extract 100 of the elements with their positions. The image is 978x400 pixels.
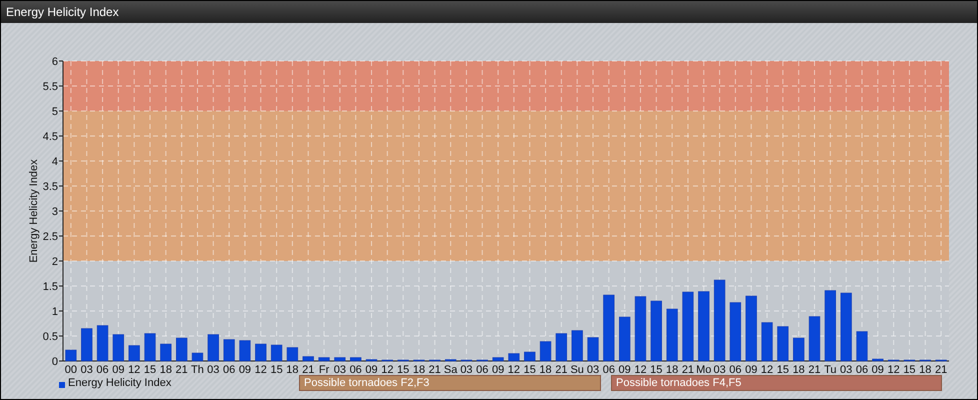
- tick-label: 03: [80, 364, 93, 373]
- bar: [160, 344, 172, 362]
- tick-label: 4: [52, 156, 58, 168]
- bar: [730, 302, 742, 362]
- bar: [176, 338, 188, 362]
- bar: [634, 296, 646, 362]
- bar: [366, 359, 378, 362]
- bar: [587, 337, 599, 362]
- tick-label: 1: [52, 306, 58, 318]
- bar: [318, 357, 330, 362]
- bar: [872, 358, 884, 362]
- tick-label: 03: [713, 364, 726, 373]
- tick-label: 12: [508, 364, 520, 373]
- bar: [128, 345, 140, 362]
- tick-label: 3: [52, 206, 58, 218]
- tick-label: 00: [64, 364, 78, 373]
- tick-label: 09: [112, 364, 124, 373]
- bar: [255, 344, 266, 362]
- bar: [808, 316, 820, 362]
- tick-label: Su: [570, 364, 584, 373]
- tick-label: 15: [524, 364, 536, 373]
- bar: [112, 334, 124, 362]
- tick-label: 4.5: [42, 131, 58, 143]
- bar: [572, 330, 583, 362]
- tick-label: 5: [52, 106, 58, 118]
- tick-label: 21: [555, 364, 568, 373]
- tick-label: 18: [919, 364, 932, 373]
- bar: [793, 338, 804, 362]
- bar: [746, 296, 757, 362]
- tick-label: 03: [840, 364, 852, 373]
- tick-label: 06: [350, 364, 362, 373]
- tick-label: 15: [903, 364, 916, 373]
- tick-label: 06: [96, 364, 109, 373]
- bar: [666, 308, 678, 362]
- tick-label: 18: [412, 364, 426, 373]
- tick-label: 06: [223, 364, 236, 373]
- tick-label: Sa: [444, 364, 458, 373]
- tick-label: 03: [334, 364, 346, 373]
- tick-label: 18: [792, 364, 805, 373]
- bar: [96, 325, 108, 362]
- bar: [286, 347, 298, 362]
- bar: [556, 333, 568, 362]
- tick-label: 03: [207, 364, 220, 373]
- bar: [144, 333, 156, 362]
- tick-label: 1.5: [42, 281, 58, 293]
- bar: [603, 294, 614, 362]
- tick-label: 06: [729, 364, 742, 373]
- bar: [777, 326, 789, 362]
- tick-label: 5.5: [42, 81, 58, 93]
- bar: [524, 352, 536, 362]
- bar: [682, 292, 694, 362]
- tick-label: 2.5: [42, 231, 58, 243]
- tick-label: 15: [650, 364, 662, 373]
- bar: [65, 350, 77, 362]
- tick-label: 12: [381, 364, 394, 373]
- bar: [192, 352, 204, 362]
- tick-label: 15: [270, 364, 283, 373]
- tick-label: 09: [745, 364, 758, 373]
- bar: [223, 339, 235, 362]
- bar: [508, 353, 520, 362]
- tick-label: 21: [682, 364, 694, 373]
- tick-label: Th: [191, 364, 204, 373]
- tick-label: 21: [808, 364, 821, 373]
- tick-label: 12: [760, 364, 774, 373]
- bar: [540, 341, 552, 362]
- tick-label: 09: [238, 364, 252, 373]
- tick-label: 12: [634, 364, 647, 373]
- tick-label: 09: [618, 364, 631, 373]
- tick-label: 15: [144, 364, 156, 373]
- tick-label: 6: [52, 56, 58, 68]
- bar: [81, 328, 92, 362]
- tick-label: 12: [128, 364, 140, 373]
- tick-label: Fr: [318, 364, 330, 373]
- bar: [840, 292, 852, 362]
- tick-label: 12: [254, 364, 267, 373]
- tick-label: 21: [428, 364, 441, 373]
- tick-label: 12: [888, 364, 900, 373]
- bar: [619, 316, 630, 362]
- tick-label: 18: [286, 364, 299, 373]
- legend-label: Energy Helicity Index: [68, 376, 172, 391]
- tick-label: 06: [602, 364, 615, 373]
- tick-label: 09: [492, 364, 504, 373]
- tick-label: 0: [52, 356, 58, 368]
- tick-label: 09: [872, 364, 884, 373]
- tick-label: 18: [666, 364, 678, 373]
- tick-label: 18: [160, 364, 172, 373]
- tick-label: 15: [397, 364, 410, 373]
- tick-label: 15: [776, 364, 789, 373]
- tick-label: 03: [586, 364, 600, 373]
- tick-label: 21: [176, 364, 188, 373]
- axis-title: Energy Helicity Index: [28, 159, 40, 263]
- bar: [698, 291, 710, 362]
- tick-label: 06: [476, 364, 488, 373]
- tick-label: 3.5: [42, 181, 58, 193]
- bar: [208, 334, 219, 362]
- tick-label: 2: [52, 256, 58, 268]
- bar: [761, 322, 773, 362]
- bar: [239, 340, 251, 362]
- tick-label: 0.5: [42, 331, 58, 343]
- bar: [444, 359, 456, 362]
